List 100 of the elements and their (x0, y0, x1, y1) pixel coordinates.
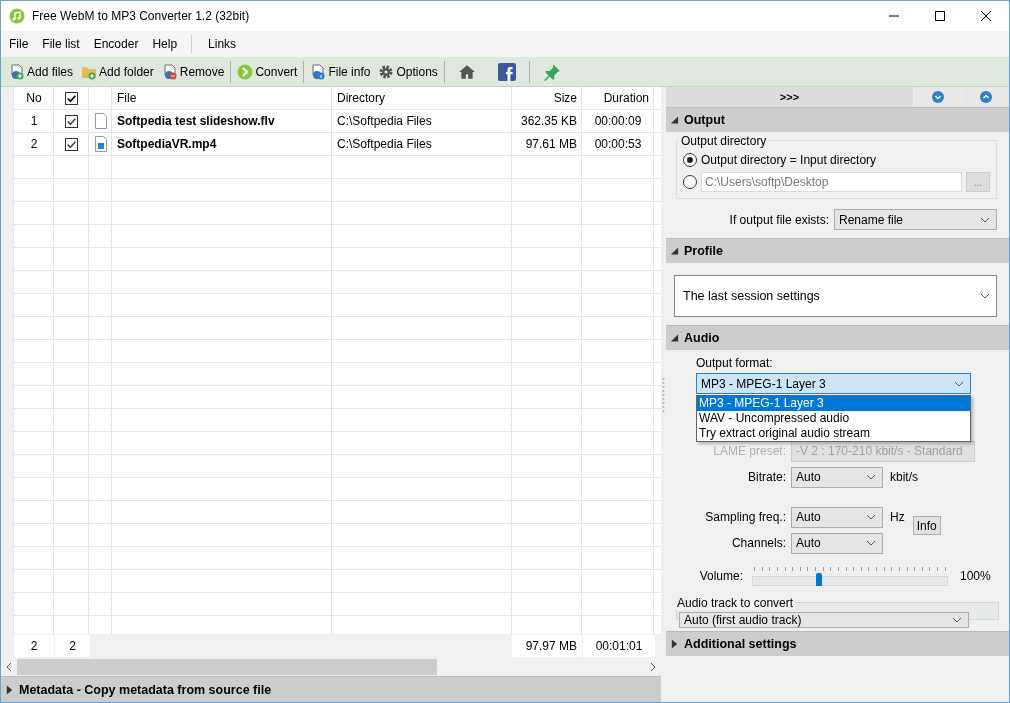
metadata-section-header[interactable]: Metadata - Copy metadata from source file (1, 676, 661, 702)
facebook-icon (497, 62, 516, 81)
menu-item[interactable]: File (3, 37, 35, 51)
dropdown-option[interactable]: Try extract original audio stream (697, 426, 970, 441)
dropdown-option[interactable]: MP3 - MPEG-1 Layer 3 (697, 396, 970, 411)
pin-icon (542, 62, 561, 81)
expand-all-button[interactable] (961, 87, 1009, 107)
remove-file-icon (161, 63, 178, 80)
field-label: Channels: (730, 536, 786, 550)
unit-label: kbit/s (890, 470, 918, 484)
window-title: Free WebM to MP3 Converter 1.2 (32bit) (32, 9, 250, 23)
add-file-icon (9, 63, 25, 80)
slider-thumb[interactable] (815, 573, 822, 586)
expand-triangle-icon (5, 684, 14, 695)
section-header[interactable]: Audio (666, 325, 1009, 350)
menu-item[interactable]: Links (202, 37, 243, 51)
radio-label[interactable]: Output directory = Input directory (701, 153, 877, 167)
track-dropdown[interactable]: Auto (first audio track) (679, 612, 969, 628)
field-label: Output format: (696, 356, 774, 370)
chevron-down-icon (866, 474, 876, 480)
splitter-grip-icon[interactable] (662, 376, 665, 413)
table-cell-text: SoftpediaVR.mp4 (116, 136, 218, 153)
column-header[interactable]: Duration (582, 87, 654, 109)
toolbar-button[interactable]: Add files (5, 59, 78, 84)
unit-label: Hz (890, 510, 905, 524)
sampling-dropdown[interactable]: Auto (791, 506, 883, 528)
app-icon (9, 8, 25, 24)
chevron-down-icon (954, 380, 964, 387)
field-label: Volume: (698, 569, 743, 583)
toolbar-button[interactable]: Convert (233, 59, 302, 84)
toolbar-button[interactable]: File info (306, 59, 375, 84)
table-cell-text: 00:00:53 (593, 136, 643, 153)
checkbox[interactable] (65, 114, 78, 128)
collapse-triangle-icon (670, 115, 679, 125)
menu-item[interactable]: Encoder (87, 37, 145, 51)
column-header[interactable]: File (112, 87, 332, 109)
section-title: Additional settings (684, 637, 797, 651)
dropdown-option[interactable]: WAV - Uncompressed audio (697, 411, 970, 426)
table-cell: 2 (55, 635, 90, 657)
scrollbar-thumb[interactable] (17, 659, 437, 675)
section-header[interactable]: Output (666, 107, 1009, 132)
chevron-down-icon (866, 540, 876, 546)
menu-item[interactable]: Help (146, 37, 184, 51)
table-cell-text: 362.35 KB (519, 113, 578, 130)
checkbox[interactable] (65, 91, 78, 105)
field-label: Sampling freq.: (704, 510, 786, 524)
toolbar-button[interactable]: Options (374, 59, 442, 84)
column-header[interactable]: No (14, 87, 54, 109)
table-cell-text: 97.61 MB (524, 136, 578, 153)
section-title: Profile (684, 244, 723, 258)
collapse-all-button[interactable] (913, 87, 961, 107)
chevron-down-icon (980, 293, 990, 299)
file-info-icon (310, 63, 327, 80)
menu-item[interactable]: File list (36, 37, 86, 51)
table-cell-text: Softpedia test slideshow.flv (116, 113, 276, 130)
group-label: Audio track to convert (675, 596, 796, 610)
collapse-triangle-icon (670, 246, 679, 256)
path-field[interactable]: C:\Users\softp\Desktop (701, 172, 962, 192)
toolbar-button[interactable]: Add folder (77, 59, 158, 84)
group-label: Output directory (679, 134, 769, 148)
table-cell-text: C:\Softpedia Files (336, 113, 433, 130)
table-cell-text: C:\Softpedia Files (336, 136, 433, 153)
settings-icon (378, 63, 395, 80)
chevron-down-icon (952, 617, 962, 623)
collapse-triangle-icon (670, 333, 679, 343)
field-label: LAME preset: (712, 444, 786, 458)
radio-button[interactable] (683, 153, 697, 167)
section-header[interactable]: Additional settings (666, 631, 1009, 656)
field-label: If output file exists: (729, 212, 829, 227)
table-cell-text: 1 (29, 113, 39, 130)
column-header[interactable]: Size (512, 87, 582, 109)
volume-reading: 100% (960, 569, 991, 583)
table-cell-text: 2 (29, 136, 39, 153)
profile-dropdown[interactable]: The last session settings (674, 275, 997, 317)
video-file-icon (94, 136, 107, 152)
table-cell: 00:01:01 (583, 635, 655, 657)
chevron-down-icon (866, 514, 876, 520)
channels-dropdown[interactable]: Auto (791, 532, 883, 554)
chevron-up-icon (979, 91, 992, 103)
document-icon (94, 113, 107, 129)
section-header[interactable]: Profile (666, 238, 1009, 263)
dropdown[interactable]: Rename file (834, 209, 997, 230)
info-button[interactable]: Info (912, 516, 941, 535)
bitrate-dropdown[interactable]: Auto (791, 466, 883, 488)
table-cell: 97.97 MB (512, 635, 582, 657)
table-cell-text: 00:00:09 (593, 113, 643, 130)
expand-triangle-icon (670, 639, 679, 649)
section-title: Audio (684, 331, 720, 345)
section-title: Output (684, 113, 725, 127)
toolbar-button[interactable]: Remove (157, 59, 229, 84)
section-title: Metadata - Copy metadata from source file (19, 682, 272, 697)
checkbox[interactable] (65, 137, 78, 151)
column-header[interactable]: Directory (332, 87, 512, 109)
format-dropdown[interactable]: MP3 - MPEG-1 Layer 3 (696, 373, 971, 394)
radio-button[interactable] (683, 175, 697, 189)
horizontal-scrollbar[interactable] (1, 658, 661, 676)
chevron-down-icon (931, 91, 944, 103)
field-label: Bitrate: (747, 470, 786, 484)
table-cell: 2 (14, 635, 54, 657)
chevron-down-icon (980, 216, 990, 223)
